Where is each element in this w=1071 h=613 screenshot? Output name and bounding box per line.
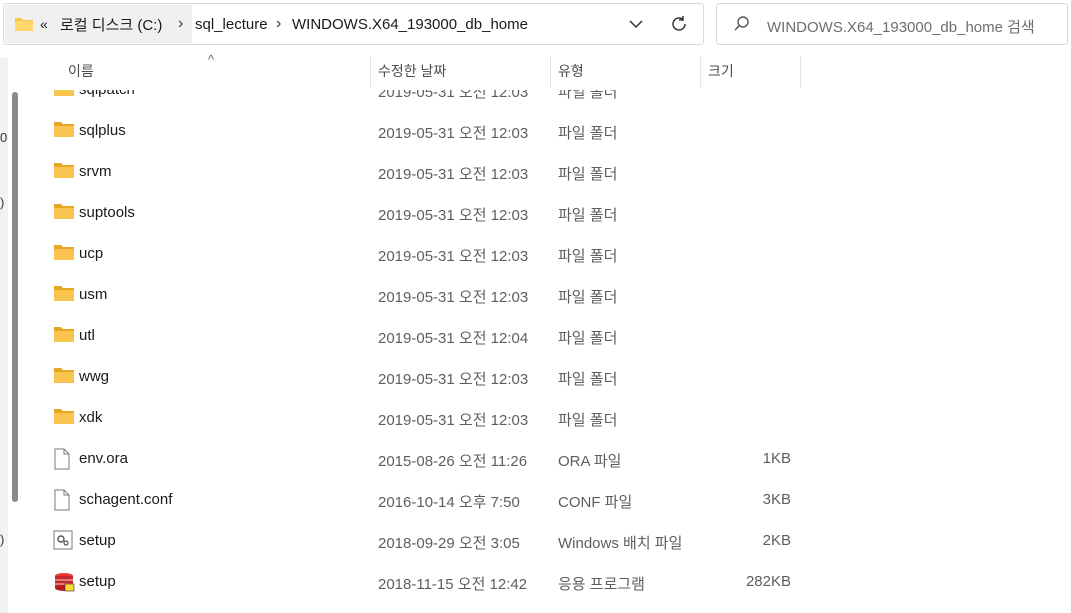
chevron-right-icon[interactable]: › xyxy=(276,4,281,44)
file-icon xyxy=(53,489,75,511)
file-date-modified: 2018-09-29 오전 3:05 xyxy=(378,535,520,552)
file-type: 파일 폴더 xyxy=(558,166,618,183)
file-date-modified: 2019-05-31 오전 12:04 xyxy=(378,330,529,347)
file-type: 파일 폴더 xyxy=(558,207,618,224)
file-type: CONF 파일 xyxy=(558,494,633,511)
folder-icon xyxy=(53,325,75,345)
column-header-date-label: 수정한 날짜 xyxy=(378,63,447,79)
column-header-size[interactable]: 크기 xyxy=(700,52,800,90)
file-type: 파일 폴더 xyxy=(558,371,618,388)
file-name: schagent.conf xyxy=(79,491,173,508)
file-date-modified: 2019-05-31 오전 12:03 xyxy=(378,248,529,265)
file-list: sqlpatch 2019-05-31 오전 12:03 파일 폴더 sqlplus 2… xyxy=(0,90,1071,613)
file-name: xdk xyxy=(79,409,103,426)
file-type: Windows 배치 파일 xyxy=(558,535,683,552)
address-bar[interactable]: « 로컬 디스크 (C:) › sql_lecture › WINDOWS.X6… xyxy=(3,3,704,45)
file-name: ucp xyxy=(79,245,104,262)
navigation-bar: « 로컬 디스크 (C:) › sql_lecture › WINDOWS.X6… xyxy=(0,0,1071,50)
file-row[interactable]: utl 2019-05-31 오전 12:04 파일 폴더 xyxy=(40,315,820,356)
file-row[interactable]: sqlpatch 2019-05-31 오전 12:03 파일 폴더 xyxy=(40,90,820,110)
search-icon xyxy=(733,15,751,38)
file-name: suptools xyxy=(79,204,135,221)
file-row[interactable]: wwg 2019-05-31 오전 12:03 파일 폴더 xyxy=(40,356,820,397)
refresh-icon[interactable] xyxy=(670,4,688,44)
file-row[interactable]: xdk 2019-05-31 오전 12:03 파일 폴더 xyxy=(40,397,820,438)
file-type: 파일 폴더 xyxy=(558,125,618,142)
column-divider[interactable] xyxy=(800,56,801,88)
file-row[interactable]: sqlplus 2019-05-31 오전 12:03 파일 폴더 xyxy=(40,110,820,151)
file-name: setup xyxy=(79,532,116,549)
file-row[interactable]: srvm 2019-05-31 오전 12:03 파일 폴더 xyxy=(40,151,820,192)
file-row[interactable]: env.ora 2015-08-26 오전 11:26 ORA 파일 1KB xyxy=(40,438,820,479)
column-header-name-label: 이름 xyxy=(68,63,94,79)
file-icon xyxy=(53,448,75,470)
folder-icon xyxy=(53,120,75,140)
breadcrumb-local-disk[interactable]: 로컬 디스크 (C:) xyxy=(60,4,162,44)
file-date-modified: 2018-11-15 오전 12:42 xyxy=(378,576,528,593)
file-name: srvm xyxy=(79,163,112,180)
folder-icon xyxy=(53,284,75,304)
file-name: setup xyxy=(79,573,116,590)
breadcrumb-sql-lecture[interactable]: sql_lecture xyxy=(195,4,268,44)
file-row[interactable]: schagent.conf 2016-10-14 오후 7:50 CONF 파일 3K… xyxy=(40,479,820,520)
folder-icon xyxy=(53,366,75,386)
file-name: sqlpatch xyxy=(79,90,135,98)
file-date-modified: 2016-10-14 오후 7:50 xyxy=(378,494,520,511)
file-date-modified: 2019-05-31 오전 12:03 xyxy=(378,125,529,142)
search-box[interactable]: WINDOWS.X64_193000_db_home 검색 xyxy=(716,3,1068,45)
file-row[interactable]: setup 2018-11-15 오전 12:42 응용 프로그램 282KB xyxy=(40,561,820,602)
file-name: sqlplus xyxy=(79,122,126,139)
file-size: 2KB xyxy=(762,532,791,549)
file-type: 파일 폴더 xyxy=(558,412,618,429)
column-header-type-label: 유형 xyxy=(558,63,584,79)
file-row[interactable]: ucp 2019-05-31 오전 12:03 파일 폴더 xyxy=(40,233,820,274)
file-name: utl xyxy=(79,327,95,344)
folder-icon xyxy=(53,202,75,222)
chevron-right-icon[interactable]: › xyxy=(178,4,183,44)
folder-icon xyxy=(53,161,75,181)
file-row[interactable]: setup 2018-09-29 오전 3:05 Windows 배치 파일 2KB xyxy=(40,520,820,561)
column-header-date[interactable]: 수정한 날짜 xyxy=(370,52,550,90)
file-size: 282KB xyxy=(745,573,791,590)
file-size: 1KB xyxy=(762,450,791,467)
file-date-modified: 2019-05-31 오전 12:03 xyxy=(378,371,529,388)
file-date-modified: 2019-05-31 오전 12:03 xyxy=(378,289,529,306)
file-date-modified: 2019-05-31 오전 12:03 xyxy=(378,90,529,101)
batch-file-icon xyxy=(53,530,75,550)
folder-icon xyxy=(14,4,34,44)
file-type: 파일 폴더 xyxy=(558,330,618,347)
file-date-modified: 2019-05-31 오전 12:03 xyxy=(378,166,529,183)
application-icon xyxy=(53,571,75,592)
chevron-down-icon[interactable] xyxy=(629,4,643,44)
file-date-modified: 2015-08-26 오전 11:26 xyxy=(378,453,528,470)
file-date-modified: 2019-05-31 오전 12:03 xyxy=(378,412,529,429)
column-header-size-label: 크기 xyxy=(708,63,734,79)
file-type: 응용 프로그램 xyxy=(558,576,645,593)
search-input[interactable]: WINDOWS.X64_193000_db_home 검색 xyxy=(767,16,1035,37)
folder-icon xyxy=(53,407,75,427)
overflow-chevron[interactable]: « xyxy=(40,4,48,44)
file-type: ORA 파일 xyxy=(558,453,622,470)
file-name: env.ora xyxy=(79,450,128,467)
file-row[interactable]: usm 2019-05-31 오전 12:03 파일 폴더 xyxy=(40,274,820,315)
column-header-name[interactable]: 이름 xyxy=(60,52,370,90)
file-size: 3KB xyxy=(762,491,791,508)
breadcrumb-db-home[interactable]: WINDOWS.X64_193000_db_home xyxy=(292,4,528,44)
folder-icon xyxy=(53,243,75,263)
file-name: usm xyxy=(79,286,108,303)
file-name: wwg xyxy=(79,368,110,385)
file-type: 파일 폴더 xyxy=(558,248,618,265)
file-type: 파일 폴더 xyxy=(558,289,618,306)
file-type: 파일 폴더 xyxy=(558,90,618,101)
file-row[interactable]: suptools 2019-05-31 오전 12:03 파일 폴더 xyxy=(40,192,820,233)
folder-icon xyxy=(53,90,75,99)
column-header-type[interactable]: 유형 xyxy=(550,52,700,90)
file-date-modified: 2019-05-31 오전 12:03 xyxy=(378,207,529,224)
